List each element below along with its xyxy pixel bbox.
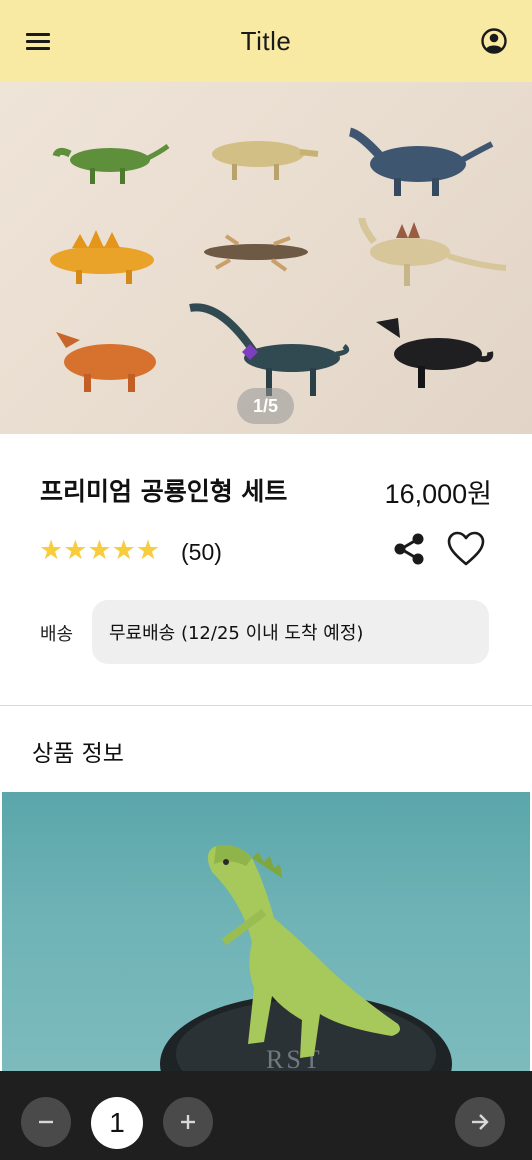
dino-figure-green-sauropod [52,143,170,184]
decrease-quantity-button[interactable] [21,1097,71,1147]
section-divider [0,705,532,706]
dino-figure-black-allosaur [376,318,494,388]
page-title: Title [240,25,292,56]
dino-figure-triceratops [56,332,156,392]
product-info-heading: 상품 정보 [32,741,124,767]
share-icon [394,533,424,565]
product-price: 16,000원 [384,479,492,509]
heart-outline-icon [447,531,485,566]
like-button[interactable] [446,530,486,568]
app-bar: Title [0,0,532,82]
next-button[interactable] [455,1097,505,1147]
dino-figure-ankylosaur [212,141,319,180]
plus-icon [181,1115,195,1129]
dino-figure-stegosaur [50,230,154,284]
dino-figure-spinosaur [358,217,507,286]
product-name: 프리미엄 공룡인형 세트 [40,477,288,506]
dinosaur-set-photo [50,127,507,396]
review-count[interactable]: (50) [181,536,222,568]
carousel-page-indicator: 1/5 [237,388,294,424]
product-detail-image: RST [2,792,530,1072]
menu-button[interactable] [22,27,54,55]
shipping-info: 무료배송 (12/25 이내 도착 예정) [92,600,489,664]
shipping-label: 배송 [40,624,74,645]
account-button[interactable] [480,27,508,55]
share-button[interactable] [390,530,428,568]
hamburger-menu-icon [26,33,50,36]
increase-quantity-button[interactable] [163,1097,213,1147]
account-circle-icon [481,28,507,54]
dino-figure-brachiosaur [189,303,350,396]
bottom-action-bar [0,1071,532,1160]
minus-icon [39,1120,53,1124]
quantity-value: 1 [91,1097,143,1149]
arrow-right-icon [472,1114,489,1130]
rating-stars: ★★★★★ [39,535,161,566]
trex-figure-photo: RST [160,845,452,1072]
dino-figure-blue-sauropod [348,127,494,196]
dino-figure-pliosaur [204,234,308,272]
product-image-carousel[interactable]: 1/5 [0,82,532,434]
